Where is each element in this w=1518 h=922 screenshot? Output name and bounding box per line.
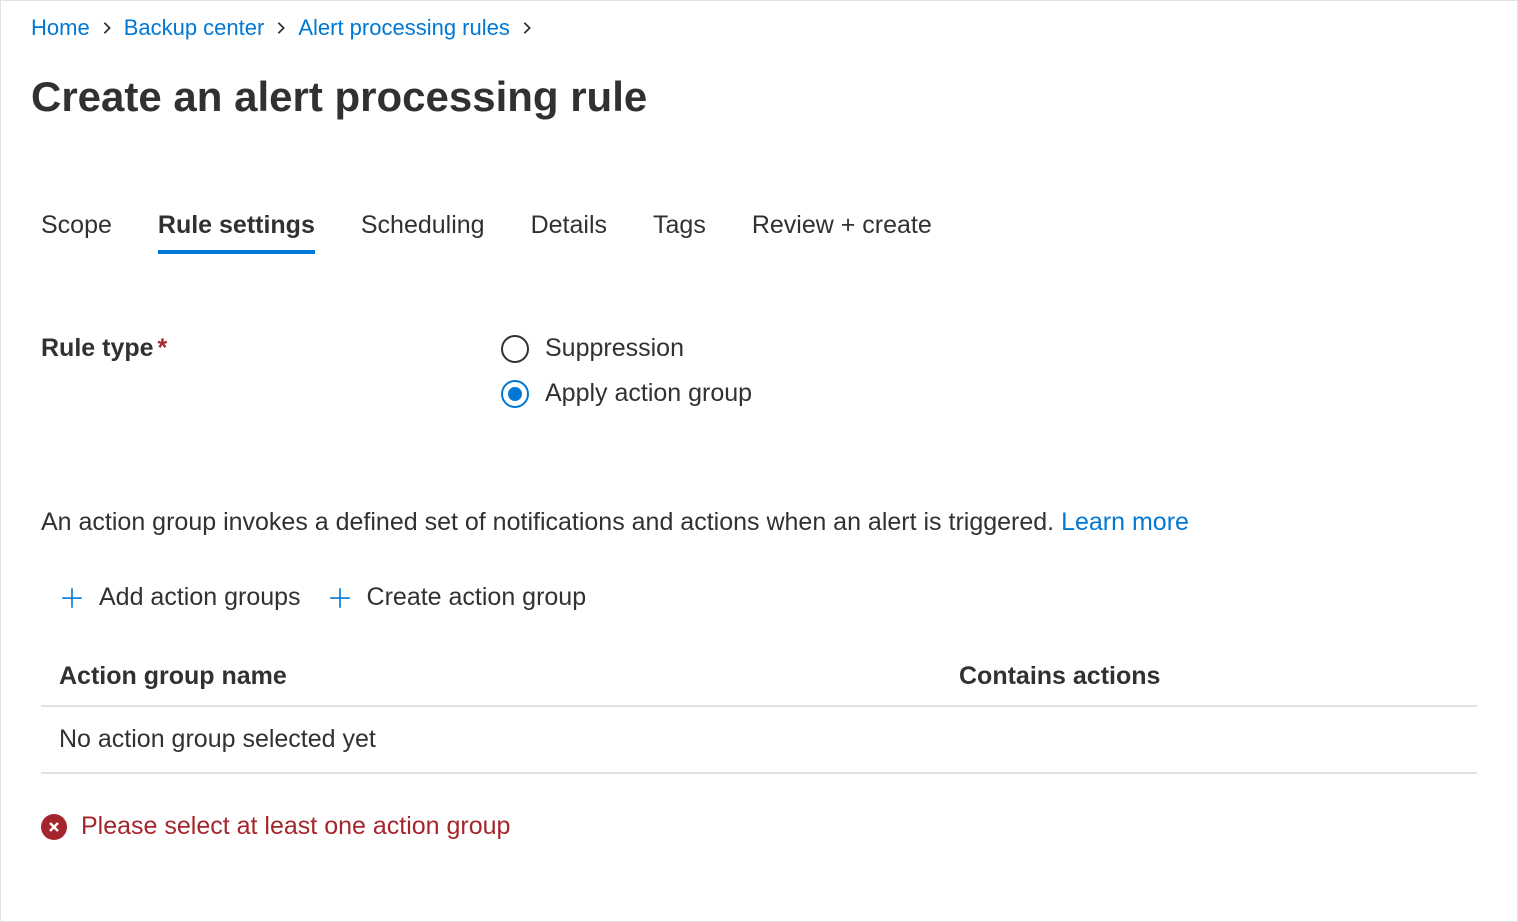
tab-rule-settings[interactable]: Rule settings <box>158 211 315 254</box>
plus-icon <box>59 585 85 611</box>
add-action-groups-button[interactable]: Add action groups <box>59 577 301 618</box>
tab-details[interactable]: Details <box>531 211 607 254</box>
radio-apply-action-group[interactable]: Apply action group <box>501 379 752 408</box>
chevron-right-icon <box>100 21 114 35</box>
form-section: Rule type* Suppression Apply action grou… <box>1 254 1517 408</box>
page-title: Create an alert processing rule <box>1 49 1517 131</box>
breadcrumb-home[interactable]: Home <box>31 15 90 41</box>
error-icon <box>41 814 67 840</box>
action-group-table: Action group name Contains actions No ac… <box>1 618 1517 774</box>
column-action-group-name: Action group name <box>59 662 959 691</box>
tab-scheduling[interactable]: Scheduling <box>361 211 485 254</box>
tabs: Scope Rule settings Scheduling Details T… <box>1 131 1517 254</box>
breadcrumb-alert-processing-rules[interactable]: Alert processing rules <box>298 15 510 41</box>
table-row-empty: No action group selected yet <box>41 707 1477 774</box>
error-message: Please select at least one action group <box>1 774 1517 841</box>
radio-icon <box>501 335 529 363</box>
radio-suppression[interactable]: Suppression <box>501 334 752 363</box>
breadcrumb-backup-center[interactable]: Backup center <box>124 15 265 41</box>
learn-more-link[interactable]: Learn more <box>1061 508 1189 536</box>
description-text: An action group invokes a defined set of… <box>1 408 1517 537</box>
column-contains-actions: Contains actions <box>959 662 1459 691</box>
breadcrumb: Home Backup center Alert processing rule… <box>1 1 1517 49</box>
rule-type-label: Rule type* <box>41 334 501 363</box>
radio-apply-action-group-label: Apply action group <box>545 379 752 408</box>
tab-scope[interactable]: Scope <box>41 211 112 254</box>
tab-tags[interactable]: Tags <box>653 211 706 254</box>
required-marker: * <box>158 334 168 362</box>
error-text: Please select at least one action group <box>81 812 510 841</box>
rule-type-radio-group: Suppression Apply action group <box>501 334 752 408</box>
plus-icon <box>327 585 353 611</box>
chevron-right-icon <box>274 21 288 35</box>
chevron-right-icon <box>520 21 534 35</box>
empty-state-text: No action group selected yet <box>59 725 376 754</box>
add-action-groups-label: Add action groups <box>99 583 301 612</box>
table-header: Action group name Contains actions <box>41 648 1477 707</box>
create-action-group-button[interactable]: Create action group <box>327 577 587 618</box>
radio-suppression-label: Suppression <box>545 334 684 363</box>
radio-icon-selected <box>501 380 529 408</box>
create-action-group-label: Create action group <box>367 583 587 612</box>
tab-review-create[interactable]: Review + create <box>752 211 932 254</box>
action-buttons: Add action groups Create action group <box>1 537 1517 618</box>
